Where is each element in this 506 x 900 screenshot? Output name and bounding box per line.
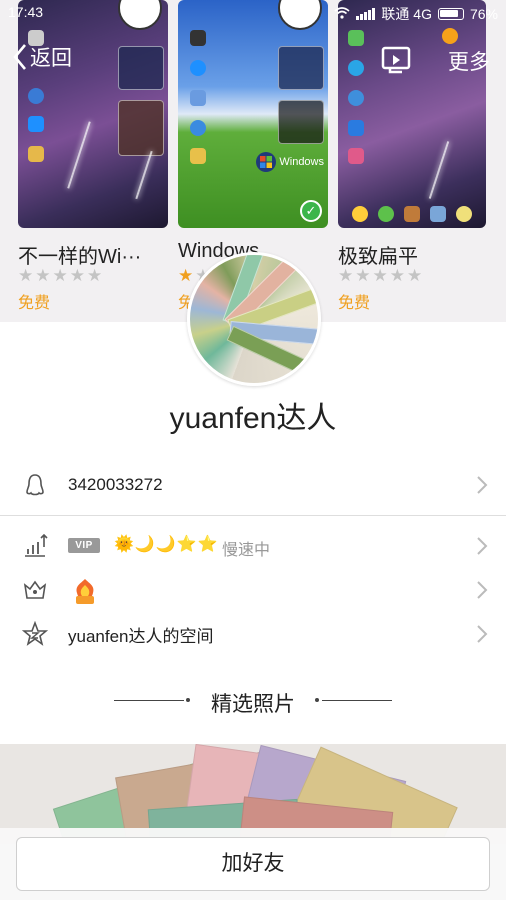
qq-number: 3420033272 — [68, 475, 163, 494]
dock-icon — [378, 206, 394, 222]
level-icons: 🌞🌙🌙⭐⭐ — [114, 536, 219, 553]
chevron-right-icon — [477, 476, 488, 494]
dock-icon — [430, 206, 446, 222]
nickname: yuanfen达人 — [169, 402, 337, 435]
back-button[interactable]: 返回 — [12, 42, 72, 72]
folder-icon — [28, 146, 44, 162]
battery-label: 76% — [469, 6, 498, 22]
app-icon — [190, 90, 206, 106]
nav-bar: 返回 更多 — [0, 38, 506, 84]
signal-icon — [356, 8, 376, 20]
rating-stars-1: ★★★★★ — [18, 266, 105, 285]
theme-title-1[interactable]: 不一样的Wi··· — [18, 240, 141, 269]
price-label-1: 免费 — [18, 295, 51, 312]
ie-icon — [28, 116, 44, 132]
avatar[interactable] — [187, 252, 321, 386]
vip-badge: VIP — [68, 538, 100, 553]
theme-card-1[interactable] — [18, 0, 168, 228]
back-label: 返回 — [30, 47, 72, 70]
browser-icon — [28, 88, 44, 104]
qzone-label: yuanfen达人的空间 — [68, 626, 214, 646]
bottom-action-bar: 加好友 — [0, 828, 506, 900]
ie-icon — [190, 120, 206, 136]
featured-photos-header: 精选照片 — [0, 688, 506, 716]
music-widget — [118, 100, 164, 156]
crown-icon — [23, 580, 47, 599]
chevron-right-icon — [477, 625, 488, 643]
battery-icon — [437, 8, 464, 20]
windows-logo: Windows — [256, 152, 324, 172]
level-chart-icon — [25, 533, 48, 557]
section-title: 精选照片 — [211, 693, 295, 716]
add-friend-button[interactable]: 加好友 — [16, 837, 490, 891]
chevron-right-icon — [477, 537, 488, 555]
theme-card-2[interactable]: Windows ✓ — [178, 0, 328, 228]
dock-icon — [352, 206, 368, 222]
chevron-right-icon — [477, 581, 488, 599]
medal-badge — [70, 578, 100, 606]
selected-check-icon: ✓ — [300, 200, 322, 222]
theme-title-3[interactable]: 极致扁平 — [338, 240, 418, 269]
wifi-icon — [334, 6, 350, 22]
status-bar: 17:43 联通 4G 76% — [0, 0, 506, 26]
app-icon — [348, 90, 364, 106]
dock-icon — [404, 206, 420, 222]
divider — [0, 515, 506, 516]
dock-icon — [456, 206, 472, 222]
flame-medal-icon — [76, 579, 94, 604]
rating-stars-3: ★★★★★ — [338, 266, 425, 285]
more-button[interactable]: 更多 — [448, 46, 490, 76]
carrier-label: 联通 4G — [381, 6, 432, 22]
music-widget — [278, 100, 324, 144]
chevron-left-icon — [13, 44, 26, 70]
status-time: 17:43 — [8, 4, 44, 20]
theme-card-3[interactable] — [338, 0, 486, 228]
gallery-icon — [348, 148, 364, 164]
qzone-row[interactable]: yuanfen达人的空间 — [0, 612, 506, 656]
qzone-star-icon — [22, 621, 48, 646]
folder-icon — [190, 148, 206, 164]
price-label-3: 免费 — [338, 295, 371, 312]
qq-number-row[interactable]: 3420033272 — [0, 463, 506, 507]
penguin-icon — [26, 474, 44, 496]
cast-button[interactable] — [380, 44, 414, 79]
ie-icon — [348, 120, 364, 136]
speed-status: 慢速中 — [222, 542, 271, 559]
cast-icon — [381, 46, 411, 74]
